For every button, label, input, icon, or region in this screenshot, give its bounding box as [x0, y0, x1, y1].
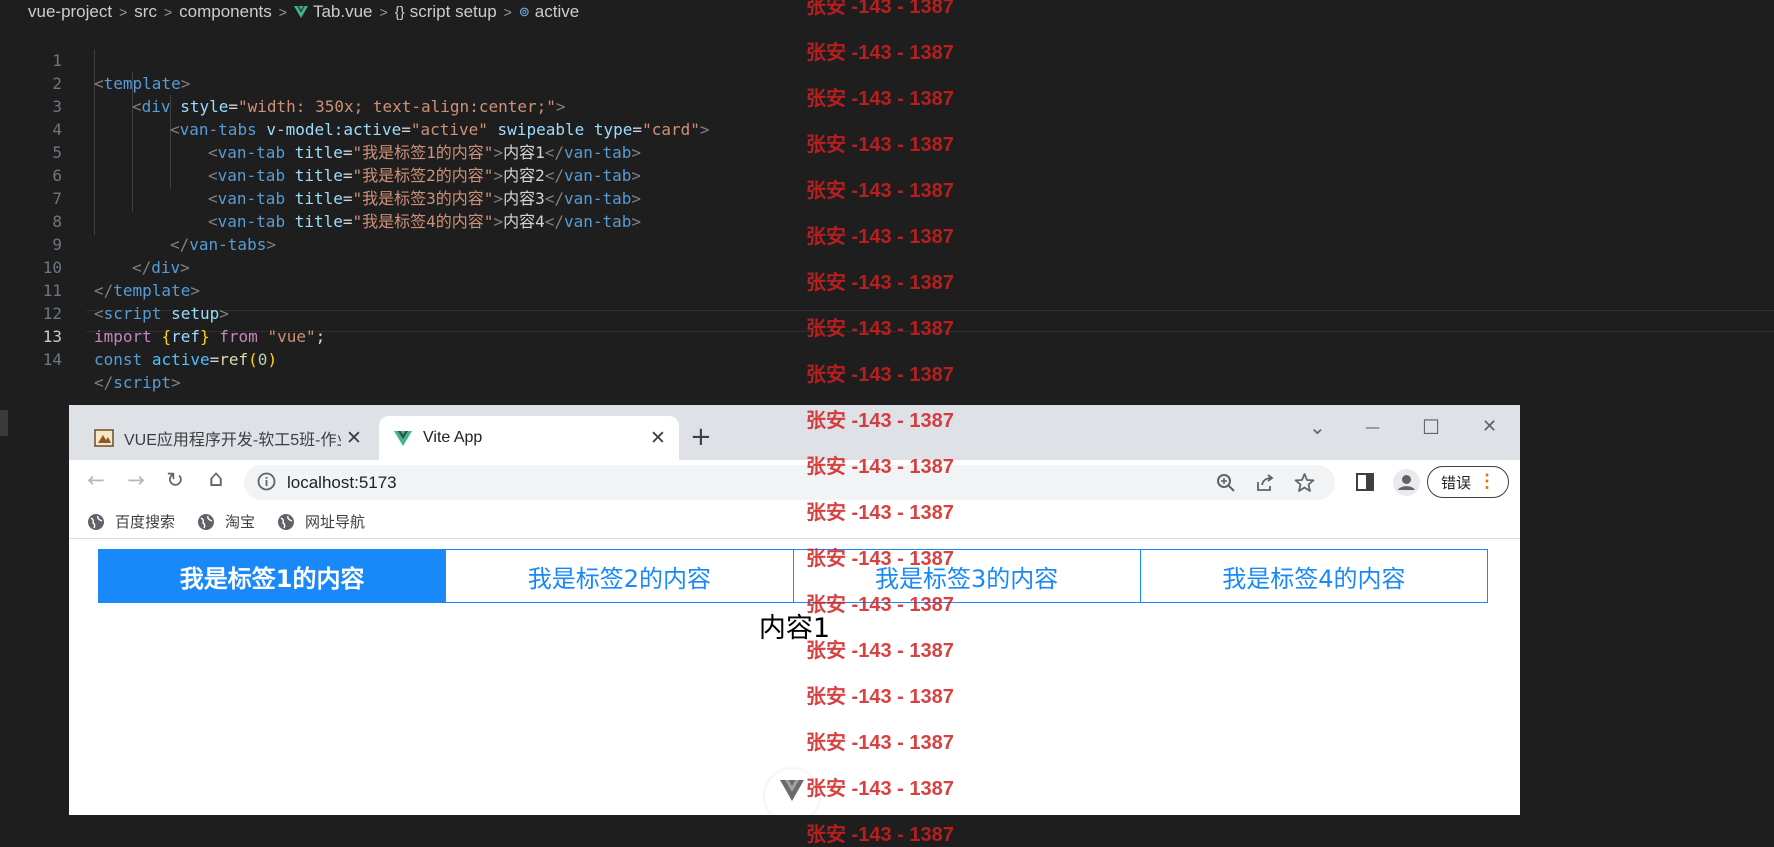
- code-line: 11 <script setup>: [0, 256, 1774, 323]
- bookmark-label: 淘宝: [225, 514, 256, 531]
- forward-button[interactable]: →: [122, 468, 150, 492]
- globe-icon: [278, 513, 294, 530]
- more-menu-icon[interactable]: ⋮: [1478, 470, 1496, 493]
- back-button[interactable]: ←: [82, 468, 110, 492]
- token: =: [209, 350, 220, 369]
- token-keyword: const: [94, 350, 143, 369]
- watermark-text: 张安 -143 - 1387: [806, 824, 954, 846]
- token: ): [267, 350, 278, 369]
- code-line: 2 <div style="width: 350x; text-align:ce…: [0, 49, 1774, 116]
- token: >: [171, 373, 181, 392]
- close-tab-icon[interactable]: ✕: [645, 427, 671, 450]
- vue-logo-icon: [780, 780, 804, 801]
- home-button[interactable]: ⌂: [202, 466, 230, 492]
- tab-title: Vite App: [423, 429, 483, 446]
- tab-search-icon[interactable]: ⌄: [1309, 415, 1326, 439]
- tab-title: VUE应用程序开发-软工5班-作业: [124, 432, 341, 449]
- watermark-text: 张安 -143 - 1387: [806, 364, 954, 386]
- close-window-button[interactable]: ✕: [1482, 416, 1497, 437]
- browser-tab[interactable]: VUE应用程序开发-软工5班-作业 ✕: [69, 416, 375, 460]
- breadcrumb-separator: >: [119, 4, 128, 20]
- code-line: 9 </div>: [0, 210, 1774, 277]
- breadcrumb-item-project[interactable]: vue-project: [28, 2, 112, 22]
- globe-icon: [88, 513, 104, 530]
- browser-tab-active[interactable]: Vite App ✕: [379, 416, 679, 460]
- code-line: 3 <van-tabs v-model:active="active" swip…: [0, 72, 1774, 139]
- bookmark-label: 网址导航: [305, 514, 366, 531]
- braces-icon: {}: [394, 3, 405, 21]
- bookmarks-bar: 百度搜索 淘宝 网址导航: [69, 504, 1520, 539]
- avatar[interactable]: [1393, 469, 1420, 496]
- bookmark-star-icon[interactable]: [1294, 472, 1315, 493]
- variable-icon: ⊚: [518, 4, 530, 19]
- code-line: 6 <van-tab title="我是标签3的内容">内容3</van-tab…: [0, 141, 1774, 208]
- breadcrumb-item-script-setup[interactable]: script setup: [410, 2, 497, 22]
- reload-button[interactable]: ↻: [161, 468, 189, 492]
- van-tab-2[interactable]: 我是标签2的内容: [446, 550, 794, 602]
- code-line: 5 <van-tab title="我是标签2的内容">内容2</van-tab…: [0, 118, 1774, 185]
- line-number: 14: [42, 350, 62, 369]
- van-tabs: 我是标签1的内容 我是标签2的内容 我是标签3的内容 我是标签4的内容: [98, 549, 1488, 603]
- breadcrumb-item-file[interactable]: Tab.vue: [313, 2, 373, 22]
- profile-icon: [1398, 475, 1415, 490]
- browser-window: VUE应用程序开发-软工5班-作业 ✕ Vite App ✕ + ⌄ — ☐ ✕…: [69, 405, 1520, 815]
- breadcrumb: vue-project > src > components > Tab.vue…: [0, 0, 1774, 24]
- close-tab-icon[interactable]: ✕: [341, 427, 367, 450]
- breadcrumb-separator: >: [163, 4, 173, 20]
- maximize-button[interactable]: ☐: [1422, 415, 1440, 439]
- van-tab-4[interactable]: 我是标签4的内容: [1141, 550, 1487, 602]
- code-line: 4 <van-tab title="我是标签1的内容">内容1</van-tab…: [0, 95, 1774, 162]
- url-text[interactable]: localhost:5173: [287, 473, 397, 493]
- vue-devtools-button[interactable]: [765, 769, 819, 815]
- van-tab-3[interactable]: 我是标签3的内容: [794, 550, 1141, 602]
- share-icon[interactable]: [1255, 473, 1275, 493]
- breadcrumb-item-active[interactable]: active: [535, 2, 579, 22]
- code-line: 10 </template>: [0, 233, 1774, 300]
- new-tab-button[interactable]: +: [690, 422, 712, 452]
- bookmark-item[interactable]: 淘宝: [197, 511, 255, 532]
- token: (: [248, 350, 258, 369]
- bookmark-item[interactable]: 网址导航: [277, 511, 365, 532]
- code-line: 7 <van-tab title="我是标签4的内容">内容4</van-tab…: [0, 164, 1774, 231]
- breadcrumb-item-components[interactable]: components: [179, 2, 272, 22]
- tab-strip: VUE应用程序开发-软工5班-作业 ✕ Vite App ✕ + ⌄ — ☐ ✕: [69, 405, 1520, 460]
- code-line: 8 </van-tabs>: [0, 187, 1774, 254]
- site-favicon-icon: [94, 429, 114, 447]
- tab-content: 内容1: [758, 613, 831, 644]
- error-button[interactable]: 错误 ⋮: [1427, 466, 1509, 498]
- vite-favicon-icon: [394, 431, 412, 446]
- code-line: 12 import {ref} from "vue";: [0, 279, 1774, 346]
- token-ident: active: [151, 350, 210, 369]
- code-editor[interactable]: 1 <template> 2 <div style="width: 350x; …: [0, 26, 1774, 392]
- browser-toolbar: ← → ↻ ⌂ localhost:5173 错误 ⋮: [69, 460, 1520, 504]
- vue-file-icon: [293, 6, 308, 18]
- zoom-icon[interactable]: [1216, 473, 1236, 493]
- token: </: [94, 373, 114, 392]
- globe-icon: [198, 513, 214, 530]
- bookmark-label: 百度搜索: [115, 514, 176, 531]
- token-number: 0: [257, 350, 268, 369]
- error-button-label: 错误: [1441, 474, 1472, 492]
- side-panel-icon[interactable]: [1355, 472, 1375, 492]
- minimize-button[interactable]: —: [1365, 418, 1380, 436]
- site-info-icon[interactable]: [257, 472, 276, 491]
- breadcrumb-separator: >: [379, 4, 388, 20]
- van-tab-1[interactable]: 我是标签1的内容: [99, 550, 447, 602]
- code-line: 14 </script>: [0, 325, 1774, 392]
- token-tag: script: [113, 373, 172, 392]
- breadcrumb-separator: >: [503, 4, 512, 20]
- code-line: 13 const active=ref(0): [0, 302, 1774, 369]
- code-line: 1 <template>: [0, 26, 1774, 93]
- bookmark-item[interactable]: 百度搜索: [87, 511, 175, 532]
- scrollbar[interactable]: [0, 410, 8, 436]
- breadcrumb-separator: >: [278, 4, 287, 20]
- token-function: ref: [219, 350, 249, 369]
- address-bar[interactable]: localhost:5173: [244, 465, 1335, 500]
- page-viewport: 我是标签1的内容 我是标签2的内容 我是标签3的内容 我是标签4的内容 内容1: [69, 539, 1520, 815]
- breadcrumb-item-src[interactable]: src: [134, 2, 157, 22]
